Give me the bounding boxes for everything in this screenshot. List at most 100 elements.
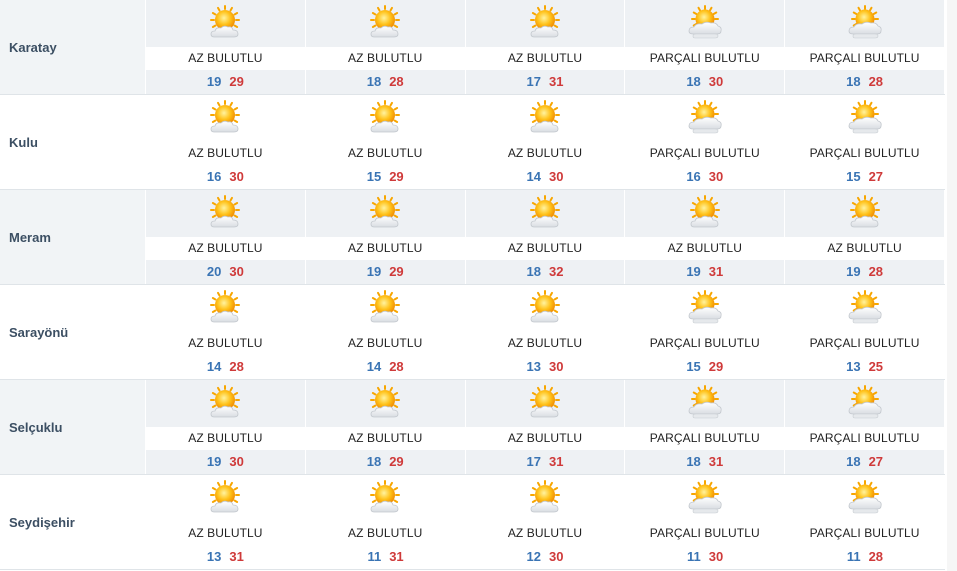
forecast-cell: AZ BULUTLU 18 32 <box>465 190 625 284</box>
temperature-range: 11 31 <box>306 547 465 567</box>
condition-text: PARÇALI BULUTLU <box>625 47 785 70</box>
forecast-cell: PARÇALI BULUTLU 11 30 <box>625 475 785 569</box>
temperature-range: 15 29 <box>306 167 465 187</box>
sunny-cloud-icon <box>525 479 565 517</box>
condition-text: AZ BULUTLU <box>146 427 305 450</box>
city-row: Selçuklu AZ BULUTLU 19 30 AZ BULUTLU 18 29 A… <box>0 380 945 475</box>
sunny-cloud-icon <box>205 479 245 517</box>
temperature-range: 19 31 <box>625 262 784 282</box>
temperature-range: 15 29 <box>625 357 784 377</box>
condition-text: AZ BULUTLU <box>785 237 944 260</box>
city-name[interactable]: Karatay <box>0 0 145 94</box>
forecast-cell: AZ BULUTLU 11 31 <box>305 475 465 569</box>
sunny-cloud-icon <box>525 289 565 327</box>
day-cells: AZ BULUTLU 20 30 AZ BULUTLU 19 29 AZ BULUTLU… <box>146 190 944 284</box>
max-temperature: 31 <box>229 549 244 564</box>
temperature-range: 18 29 <box>306 452 465 472</box>
max-temperature: 28 <box>389 74 404 89</box>
partly-cloudy-icon <box>685 384 725 422</box>
condition-text: AZ BULUTLU <box>188 526 263 540</box>
min-temperature: 18 <box>526 264 541 279</box>
forecast-cell: PARÇALI BULUTLU 18 30 <box>625 0 785 94</box>
condition-text: AZ BULUTLU <box>507 336 583 350</box>
max-temperature: 31 <box>708 264 724 279</box>
temperature-range: 17 31 <box>466 72 625 92</box>
forecast-cell: AZ BULUTLU 14 28 <box>146 285 305 379</box>
min-temperature: 18 <box>846 454 861 469</box>
temperature-range: 16 30 <box>146 167 305 187</box>
sunny-cloud-icon <box>525 384 565 422</box>
city-name[interactable]: Kulu <box>0 95 145 189</box>
max-temperature: 32 <box>548 264 564 279</box>
condition-text: PARÇALI BULUTLU <box>809 336 920 350</box>
min-temperature: 11 <box>846 549 861 564</box>
max-temperature: 31 <box>548 454 564 469</box>
scrollbar[interactable] <box>947 0 957 571</box>
min-temperature: 19 <box>366 264 382 279</box>
condition-text: AZ BULUTLU <box>146 47 305 70</box>
temperature-range: 18 30 <box>625 72 784 92</box>
condition-text: PARÇALI BULUTLU <box>809 526 920 540</box>
temperature-range: 17 31 <box>466 452 625 472</box>
min-temperature: 14 <box>366 359 382 374</box>
forecast-cell: AZ BULUTLU 19 29 <box>305 190 465 284</box>
partly-cloudy-icon <box>845 99 885 137</box>
max-temperature: 31 <box>548 74 564 89</box>
condition-text: AZ BULUTLU <box>465 47 625 70</box>
forecast-cell: AZ BULUTLU 14 28 <box>305 285 465 379</box>
temperature-range: 18 31 <box>625 452 784 472</box>
sunny-cloud-icon <box>205 4 245 42</box>
city-name[interactable]: Sarayönü <box>0 285 145 379</box>
min-temperature: 17 <box>526 454 541 469</box>
forecast-cell: PARÇALI BULUTLU 18 28 <box>785 0 944 94</box>
sunny-cloud-icon <box>525 4 565 42</box>
forecast-cell: AZ BULUTLU 18 28 <box>305 0 465 94</box>
max-temperature: 30 <box>708 549 724 564</box>
partly-cloudy-icon <box>685 4 725 42</box>
max-temperature: 30 <box>229 169 244 184</box>
temperature-range: 13 25 <box>785 357 944 377</box>
max-temperature: 30 <box>229 454 244 469</box>
condition-text: PARÇALI BULUTLU <box>785 47 944 70</box>
sunny-cloud-icon <box>685 194 725 232</box>
day-cells: AZ BULUTLU 13 31 AZ BULUTLU 11 31 AZ BULUTLU… <box>146 475 944 569</box>
max-temperature: 30 <box>548 359 564 374</box>
min-temperature: 13 <box>526 359 541 374</box>
min-temperature: 18 <box>686 74 701 89</box>
sunny-cloud-icon <box>365 4 405 42</box>
sunny-cloud-icon <box>205 99 245 137</box>
sunny-cloud-icon <box>365 289 405 327</box>
city-row: Meram AZ BULUTLU 20 30 AZ BULUTLU 19 29 AZ B… <box>0 190 945 285</box>
temperature-range: 18 27 <box>785 452 944 472</box>
forecast-cell: AZ BULUTLU 13 31 <box>146 475 305 569</box>
condition-text: PARÇALI BULUTLU <box>649 146 760 160</box>
city-name[interactable]: Seydişehir <box>0 475 145 569</box>
temperature-range: 14 30 <box>466 167 625 187</box>
day-cells: AZ BULUTLU 16 30 AZ BULUTLU 15 29 AZ BULUTLU… <box>146 95 944 189</box>
sunny-cloud-icon <box>365 194 405 232</box>
max-temperature: 31 <box>708 454 724 469</box>
forecast-cell: PARÇALI BULUTLU 13 25 <box>785 285 944 379</box>
min-temperature: 11 <box>367 549 382 564</box>
city-row: Karatay AZ BULUTLU 19 29 AZ BULUTLU 18 28 AZ… <box>0 0 945 95</box>
condition-text: PARÇALI BULUTLU <box>785 427 944 450</box>
max-temperature: 28 <box>868 74 884 89</box>
condition-text: AZ BULUTLU <box>625 237 785 260</box>
city-name[interactable]: Selçuklu <box>0 380 145 474</box>
max-temperature: 27 <box>868 454 884 469</box>
condition-text: AZ BULUTLU <box>348 526 423 540</box>
min-temperature: 17 <box>526 74 541 89</box>
forecast-cell: AZ BULUTLU 17 31 <box>465 380 625 474</box>
city-row: Seydişehir AZ BULUTLU 13 31 AZ BULUTLU 11 31… <box>0 475 945 570</box>
max-temperature: 29 <box>389 454 404 469</box>
partly-cloudy-icon <box>845 289 885 327</box>
min-temperature: 18 <box>366 74 382 89</box>
city-name[interactable]: Meram <box>0 190 145 284</box>
sunny-cloud-icon <box>205 384 245 422</box>
min-temperature: 20 <box>206 264 222 279</box>
min-temperature: 18 <box>686 454 701 469</box>
condition-text: AZ BULUTLU <box>348 146 423 160</box>
max-temperature: 28 <box>868 264 884 279</box>
forecast-cell: AZ BULUTLU 18 29 <box>305 380 465 474</box>
min-temperature: 15 <box>846 169 861 184</box>
